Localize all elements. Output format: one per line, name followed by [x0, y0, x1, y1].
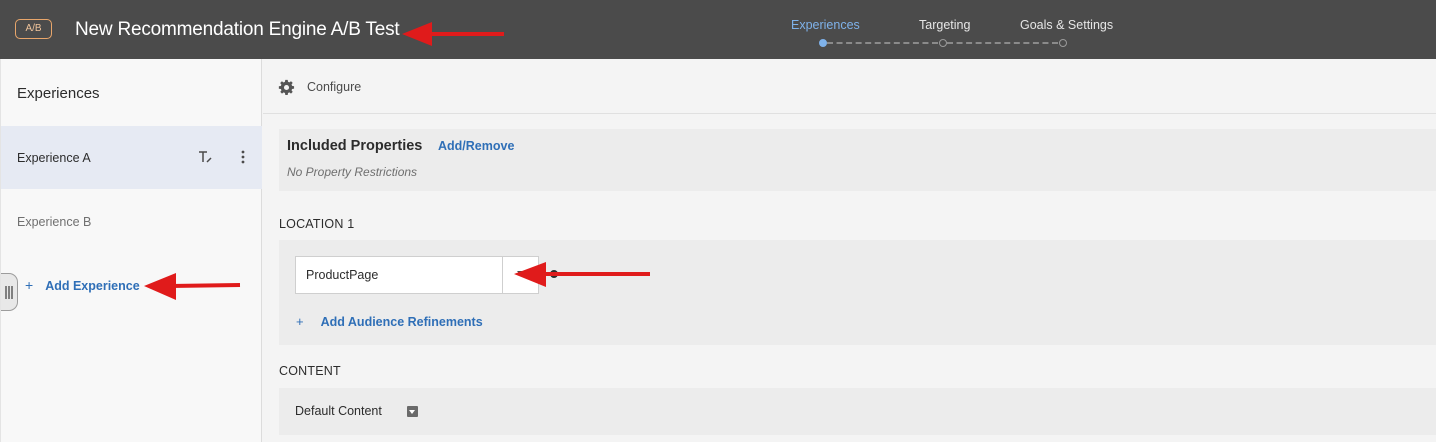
annotation-arrow-icon: [402, 22, 504, 46]
add-remove-link[interactable]: Add/Remove: [438, 139, 514, 153]
select-divider: [502, 257, 503, 293]
rename-text-icon[interactable]: [197, 149, 213, 165]
grip-icon: [5, 286, 13, 299]
activity-header: A/B New Recommendation Engine A/B Test E…: [0, 0, 1436, 59]
dropdown-caret-icon[interactable]: [407, 406, 418, 417]
included-properties-section: Included Properties Add/Remove No Proper…: [279, 129, 1436, 191]
add-audience-refinements-label: Add Audience Refinements: [320, 315, 483, 329]
location-select[interactable]: ProductPage: [295, 256, 539, 294]
experience-row-b[interactable]: Experience B: [1, 190, 262, 253]
location-selected-value: ProductPage: [306, 268, 379, 282]
content-section: Default Content: [279, 388, 1436, 435]
experience-label: Experience B: [17, 215, 92, 229]
step-goals-settings[interactable]: Goals & Settings: [1020, 18, 1113, 32]
experiences-heading: Experiences: [17, 85, 100, 102]
annotation-arrow-icon: [514, 262, 650, 287]
add-experience-button[interactable]: + Add Experience: [25, 277, 140, 293]
configure-bar[interactable]: Configure: [263, 59, 1436, 114]
add-experience-label: Add Experience: [45, 279, 140, 293]
ab-activity-badge: A/B: [15, 19, 52, 39]
more-options-icon[interactable]: [239, 149, 247, 165]
step-targeting[interactable]: Targeting: [919, 18, 970, 32]
content-heading: CONTENT: [279, 364, 341, 378]
experiences-panel: Experiences Experience A Experience B + A…: [0, 59, 262, 442]
gear-icon: [278, 79, 295, 95]
plus-icon: +: [25, 277, 34, 293]
step-connector: [947, 42, 1058, 44]
step-experiences[interactable]: Experiences: [791, 18, 860, 32]
step-indicator-targeting[interactable]: [939, 39, 947, 47]
included-properties-title: Included Properties: [287, 138, 423, 154]
property-restrictions-note: No Property Restrictions: [287, 165, 418, 179]
add-audience-refinements-button[interactable]: + Add Audience Refinements: [296, 314, 483, 329]
panel-collapse-handle[interactable]: [1, 273, 18, 311]
step-connector: [827, 42, 938, 44]
activity-title[interactable]: New Recommendation Engine A/B Test: [75, 19, 400, 41]
experience-label: Experience A: [17, 151, 91, 165]
experience-row-a[interactable]: Experience A: [1, 126, 262, 189]
configure-label: Configure: [307, 80, 362, 94]
step-indicator-experiences[interactable]: [819, 39, 827, 47]
default-content-label: Default Content: [295, 404, 382, 418]
step-indicator-goals-settings[interactable]: [1059, 39, 1067, 47]
plus-icon: +: [296, 314, 304, 329]
annotation-arrow-icon: [144, 273, 241, 300]
location-heading: LOCATION 1: [279, 217, 355, 231]
location-section: ProductPage + Add Audience Refinements: [279, 240, 1436, 345]
